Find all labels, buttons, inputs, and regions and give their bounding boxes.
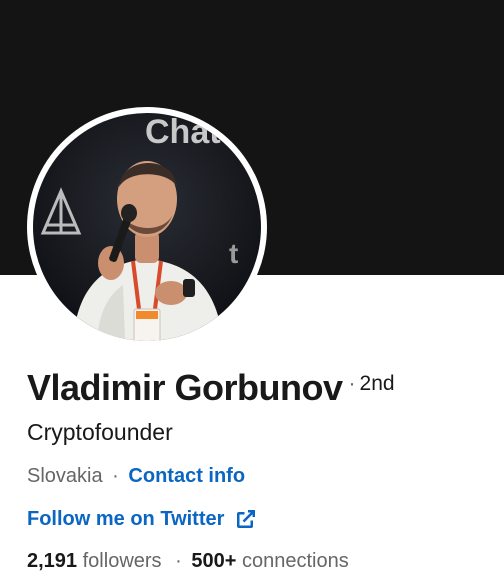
avatar: Chat t xyxy=(33,113,261,341)
website-link-label: Follow me on Twitter xyxy=(27,508,225,530)
followers-stat[interactable]: 2,191 followers xyxy=(27,550,162,572)
svg-text:t: t xyxy=(229,238,238,269)
name-row: Vladimir Gorbunov · 2nd xyxy=(27,366,395,410)
connections-label: connections xyxy=(241,550,349,572)
location-separator: · xyxy=(112,465,119,487)
connections-count: 500+ xyxy=(191,550,237,572)
profile-headline: Cryptofounder xyxy=(27,419,173,445)
location-row: Slovakia · Contact info xyxy=(27,462,245,490)
website-link[interactable]: Follow me on Twitter xyxy=(27,505,258,533)
degree-separator: · xyxy=(348,372,356,395)
profile-photo[interactable]: Chat t xyxy=(27,107,267,347)
stats-separator: · xyxy=(175,550,182,572)
stats-row: 2,191 followers · 500+ connections xyxy=(27,547,349,575)
followers-label: followers xyxy=(82,550,162,572)
connections-stat[interactable]: 500+ connections xyxy=(191,550,348,572)
connection-degree: · 2nd xyxy=(349,372,395,396)
contact-info-link[interactable]: Contact info xyxy=(128,465,245,487)
profile-location: Slovakia xyxy=(27,465,103,487)
degree-label: 2nd xyxy=(359,372,395,395)
external-link-icon xyxy=(237,510,256,528)
profile-name: Vladimir Gorbunov xyxy=(27,367,343,408)
followers-count: 2,191 xyxy=(27,550,78,572)
